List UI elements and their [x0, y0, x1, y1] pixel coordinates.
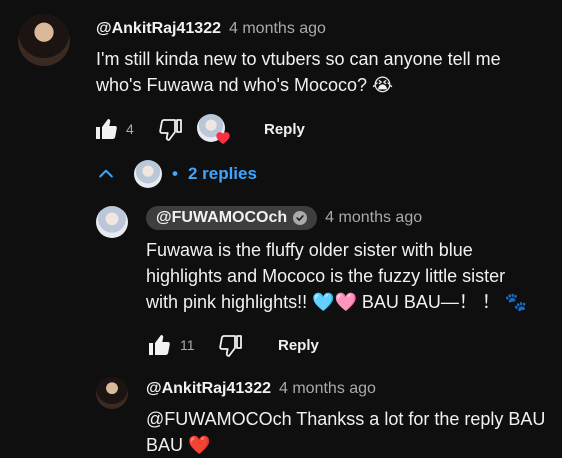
comment-header: @AnkitRaj41322 4 months ago — [96, 20, 326, 38]
reply-text-line: Fuwawa is the fluffy older sister with b… — [146, 240, 473, 260]
reply-author: @FUWAMOCOch — [156, 209, 288, 226]
like-icon — [96, 119, 117, 139]
reply-text-line: BAU ❤️ — [146, 435, 211, 455]
dislike-icon — [219, 335, 242, 357]
comment-text-line: who's Fuwawa nd who's Mococo? 😭 — [96, 75, 394, 95]
reply-reply-button[interactable]: Reply — [278, 337, 319, 354]
comment-text-line: I'm still kinda new to vtubers so can an… — [96, 49, 501, 69]
creator-heart — [197, 114, 231, 146]
like-count: 4 — [126, 121, 134, 137]
reply-avatar[interactable] — [96, 206, 128, 238]
reply-like-count: 11 — [180, 337, 195, 353]
comment-text: I'm still kinda new to vtubers so can an… — [96, 46, 546, 98]
reply-text-line: with pink highlights!! 🩵🩷 BAU BAU—！ ！ 🐾 — [146, 292, 528, 312]
reply-like-button[interactable] — [146, 333, 172, 357]
reply-dislike-button[interactable] — [218, 334, 244, 358]
comment-time[interactable]: 4 months ago — [229, 20, 326, 38]
replies-bullet: • — [172, 164, 178, 183]
verified-check-icon — [293, 211, 308, 225]
dislike-button[interactable] — [158, 118, 184, 142]
reply-avatar[interactable] — [96, 377, 128, 409]
reply-button[interactable]: Reply — [264, 121, 305, 138]
like-button[interactable] — [93, 117, 119, 141]
reply-text-line: highlights and Mococo is the fuzzy littl… — [146, 266, 506, 286]
chevron-up-icon — [99, 169, 113, 178]
replies-toggle[interactable]: • 2 replies — [96, 160, 257, 188]
reply-time[interactable]: 4 months ago — [279, 380, 376, 398]
reply-text: Fuwawa is the fluffy older sister with b… — [146, 237, 556, 315]
replies-count: 2 replies — [187, 164, 257, 183]
reply-author-thumb — [134, 160, 162, 188]
reply-author[interactable]: @AnkitRaj41322 — [146, 380, 271, 398]
reply-text-line: @FUWAMOCOch Thankss a lot for the reply … — [146, 409, 546, 429]
reply-header: @AnkitRaj41322 4 months ago — [146, 380, 376, 398]
heart-icon — [216, 132, 230, 145]
reply-time[interactable]: 4 months ago — [325, 209, 422, 227]
reply-header: @FUWAMOCOch 4 months ago — [146, 206, 422, 230]
like-icon — [149, 335, 170, 355]
dislike-icon — [159, 119, 182, 141]
commenter-avatar[interactable] — [18, 14, 70, 66]
reply-text: @FUWAMOCOch Thankss a lot for the reply … — [146, 406, 556, 458]
creator-badge[interactable]: @FUWAMOCOch — [146, 206, 318, 230]
comment-author[interactable]: @AnkitRaj41322 — [96, 20, 221, 38]
